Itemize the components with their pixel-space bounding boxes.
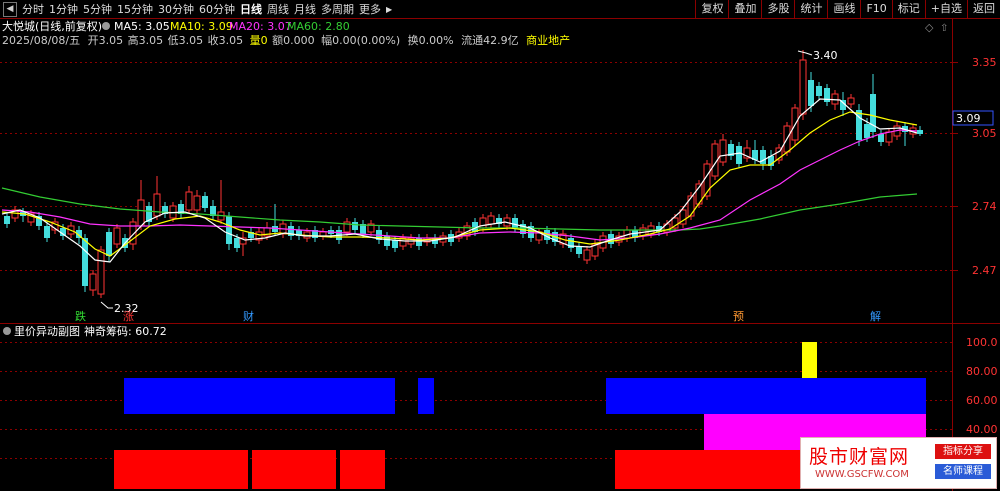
current-price-value: 3.09 bbox=[956, 112, 981, 125]
candle-body bbox=[89, 273, 97, 291]
indicator-bar-blue bbox=[418, 378, 434, 414]
candle-body bbox=[153, 193, 161, 217]
indicator-bar-red bbox=[340, 450, 385, 489]
candle-body bbox=[392, 240, 398, 248]
watermark-logo: 股市财富网 WWW.GSCFW.COM 指标分享 名师课程 bbox=[800, 437, 997, 489]
candle-body bbox=[878, 134, 884, 142]
price-axis-label: 2.47 bbox=[972, 264, 997, 277]
candle-body bbox=[576, 246, 582, 254]
watermark-url: WWW.GSCFW.COM bbox=[815, 469, 909, 480]
candle-body bbox=[106, 232, 112, 256]
kline-chart[interactable]: 3.35 3.05 2.74 2.47 3.09 100.0 80.00 60.… bbox=[0, 0, 1000, 491]
indicator-bar-red bbox=[252, 450, 336, 489]
candle-body bbox=[44, 226, 50, 238]
candle-body bbox=[202, 196, 208, 208]
event-marker-unlock[interactable]: 解 bbox=[870, 309, 881, 323]
candle-body bbox=[808, 80, 814, 106]
event-marker-fall[interactable]: 跌 bbox=[75, 309, 86, 323]
quote-open: 开3.05 bbox=[88, 34, 124, 47]
indicator-bar-blue bbox=[606, 378, 926, 414]
sub-panel-title: 里价异动副图 bbox=[14, 325, 80, 338]
candle-body bbox=[479, 217, 487, 229]
ma5-legend: MA5: 3.05 bbox=[114, 20, 170, 33]
quote-high: 高3.05 bbox=[128, 33, 164, 47]
event-marker-finance[interactable]: 财 bbox=[243, 309, 254, 323]
candle-body bbox=[847, 97, 855, 105]
candle-body bbox=[799, 59, 807, 115]
indicator-bar-yellow bbox=[802, 342, 817, 378]
quote-volume: 量0 bbox=[250, 34, 268, 47]
sub-indicator-value: 神奇筹码: 60.72 bbox=[84, 324, 167, 338]
candlesticks bbox=[4, 50, 923, 298]
candle-body bbox=[831, 93, 839, 105]
price-axis-label: 3.35 bbox=[972, 56, 997, 69]
watermark-title: 股市财富网 bbox=[809, 446, 910, 468]
candle-body bbox=[185, 191, 193, 211]
up-arrow-icon[interactable]: ⇧ bbox=[940, 23, 948, 34]
candle-body bbox=[4, 216, 10, 224]
quote-info-line: 2025/08/08/五 开3.05 高3.05 低3.05 收3.05 量0 … bbox=[2, 33, 570, 47]
candle-body bbox=[885, 131, 893, 143]
candle-body bbox=[234, 238, 240, 248]
event-marker-forecast[interactable]: 预 bbox=[733, 310, 744, 323]
settings-dot-icon[interactable] bbox=[102, 22, 110, 30]
candle-body bbox=[97, 249, 105, 295]
quote-range: 幅0.00(0.00%) bbox=[321, 34, 400, 47]
ma20-legend: MA20: 3.07 bbox=[229, 20, 292, 33]
candle-body bbox=[816, 86, 822, 96]
candle-body bbox=[113, 227, 121, 245]
candle-body bbox=[736, 146, 742, 164]
stock-name: 大悦城(日线,前复权) bbox=[2, 19, 102, 33]
ma60-legend: MA60: 2.80 bbox=[287, 20, 350, 33]
quote-low: 低3.05 bbox=[168, 34, 204, 47]
high-marker-line bbox=[797, 50, 813, 56]
quote-amount: 额0.000 bbox=[272, 34, 315, 47]
candle-body bbox=[487, 215, 495, 225]
low-marker-line bbox=[100, 301, 113, 309]
sub-axis-label: 80.00 bbox=[966, 365, 998, 378]
candle-body bbox=[226, 216, 232, 244]
price-axis-label: 2.74 bbox=[972, 200, 997, 213]
candle-body bbox=[687, 195, 695, 217]
quote-sector: 商业地产 bbox=[526, 33, 570, 47]
quote-close: 收3.05 bbox=[208, 33, 244, 47]
candle-body bbox=[917, 130, 923, 134]
indicator-bar-blue bbox=[124, 378, 395, 414]
sub-settings-dot-icon[interactable] bbox=[3, 327, 11, 335]
sub-axis-label: 100.0 bbox=[966, 336, 998, 349]
candle-body bbox=[583, 249, 591, 261]
candle-body bbox=[137, 199, 145, 227]
indicator-bar-red bbox=[114, 450, 248, 489]
quote-turnover: 换0.00% bbox=[408, 33, 454, 47]
candle-body bbox=[193, 195, 201, 211]
candle-body bbox=[82, 238, 88, 286]
ma10-legend: MA10: 3.09 bbox=[170, 20, 233, 33]
event-marker-rise[interactable]: 涨 bbox=[123, 310, 134, 323]
watermark-tag-share: 指标分享 bbox=[935, 444, 991, 459]
candle-body bbox=[512, 218, 518, 228]
high-marker-value: 3.40 bbox=[813, 49, 838, 62]
candle-body bbox=[864, 124, 870, 138]
watermark-tag-course: 名师课程 bbox=[935, 464, 991, 479]
price-axis-label: 3.05 bbox=[972, 127, 997, 140]
quote-date: 2025/08/08/五 bbox=[2, 34, 80, 47]
candle-body bbox=[719, 139, 727, 163]
quote-float-cap: 流通42.9亿 bbox=[461, 33, 519, 47]
sub-axis-label: 60.00 bbox=[966, 394, 998, 407]
diamond-icon[interactable]: ◇ bbox=[925, 21, 934, 34]
sub-axis-label: 40.00 bbox=[966, 423, 998, 436]
candle-body bbox=[352, 222, 358, 230]
indicator-bar-red bbox=[615, 450, 801, 489]
